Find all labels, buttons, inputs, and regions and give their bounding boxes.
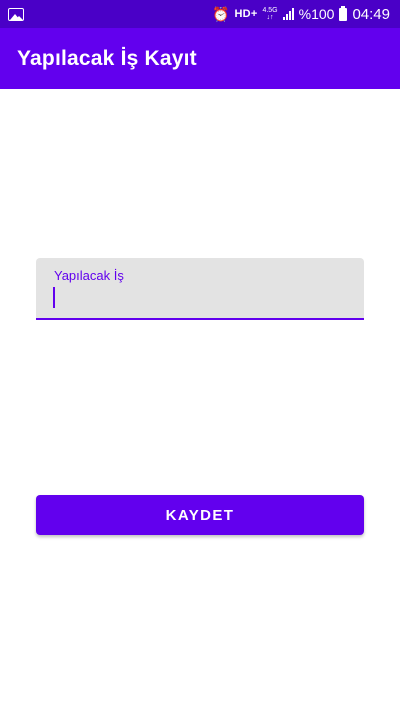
- alarm-clock-icon: ⏰: [212, 6, 230, 22]
- task-input-field[interactable]: Yapılacak İş: [36, 258, 364, 320]
- network-type-label: 4.5G: [262, 7, 278, 14]
- gallery-icon: [8, 7, 24, 21]
- signal-bars-icon: [282, 8, 294, 20]
- text-cursor: [53, 287, 55, 308]
- network-arrows: ↓↑: [266, 14, 274, 21]
- battery-percentage: %100: [298, 6, 335, 22]
- hd-indicator: HD+: [234, 8, 258, 20]
- battery-icon: [339, 5, 348, 21]
- status-right: ⏰ HD+ 4.5G ↓↑ %100 04:49: [212, 5, 390, 23]
- app-title: Yapılacak İş Kayıt: [17, 46, 197, 70]
- app-bar: Yapılacak İş Kayıt: [0, 28, 400, 89]
- status-bar: ⏰ HD+ 4.5G ↓↑ %100 04:49: [0, 0, 400, 28]
- task-input-label: Yapılacak İş: [54, 268, 124, 283]
- network-type: 4.5G ↓↑: [262, 7, 277, 21]
- save-button[interactable]: KAYDET: [36, 495, 364, 535]
- status-clock: 04:49: [352, 5, 390, 23]
- status-left: [8, 7, 24, 21]
